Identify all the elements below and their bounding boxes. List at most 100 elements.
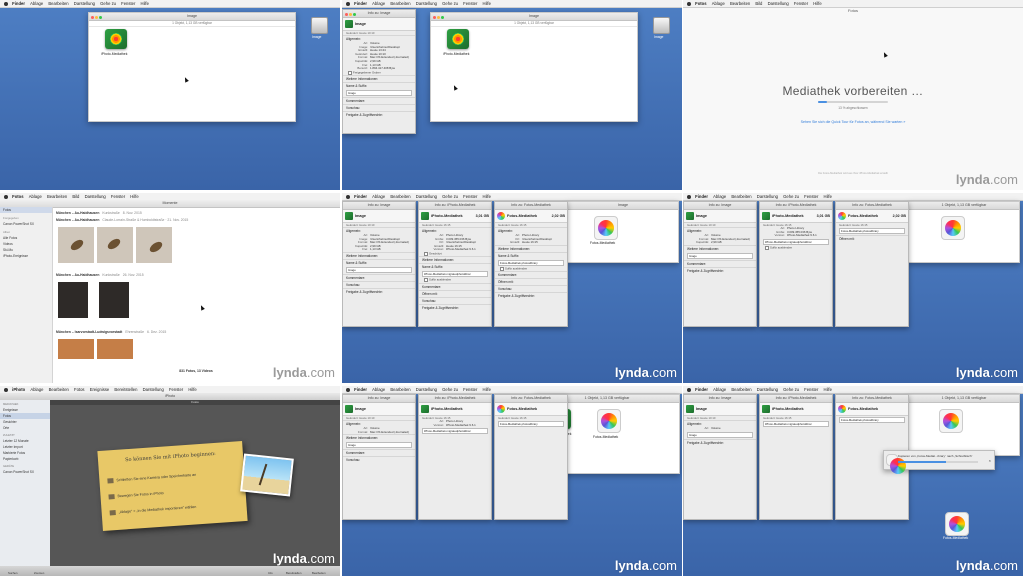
- menu-item[interactable]: Bearbeiten: [730, 1, 750, 6]
- comments-section[interactable]: Kommentare:: [343, 273, 415, 281]
- hide-extension-checkbox[interactable]: Suffix ausblenden: [760, 246, 832, 250]
- name-field[interactable]: Image: [346, 442, 412, 449]
- menu-item[interactable]: Gehe zu: [442, 387, 458, 392]
- sidebar-item-camera[interactable]: Canon PowerShot SX: [0, 469, 50, 475]
- window-titlebar[interactable]: Image: [89, 13, 295, 21]
- menu-item[interactable]: Ablage: [372, 194, 385, 199]
- menu-item[interactable]: Hilfe: [141, 1, 149, 6]
- menu-item[interactable]: Darstellung: [143, 387, 164, 392]
- apple-icon[interactable]: [346, 387, 350, 392]
- menu-item[interactable]: Ablage: [712, 1, 725, 6]
- menu-item-app[interactable]: Finder: [354, 194, 367, 199]
- menu-item[interactable]: Bearbeiten: [390, 387, 410, 392]
- menu-item[interactable]: Fenster: [463, 194, 477, 199]
- finder-window[interactable]: Image 1 Objekt, 1,13 GB verfügbar iPhoto…: [430, 12, 638, 122]
- menu-item[interactable]: Fenster: [804, 194, 818, 199]
- menu-item[interactable]: Bearbeiten: [48, 1, 68, 6]
- preview-section[interactable]: Vorschau:: [495, 285, 567, 292]
- disk-image-icon[interactable]: [311, 17, 328, 34]
- photo-thumbnail[interactable]: [136, 227, 172, 263]
- preview-section[interactable]: Vorschau:: [419, 296, 491, 304]
- open-with-section[interactable]: Öffnen mit:: [419, 289, 491, 297]
- name-field[interactable]: iPhoto-Mediathek.migratedphotolibrar: [422, 271, 488, 278]
- menu-item[interactable]: Gehe zu: [100, 1, 116, 6]
- more-info-section[interactable]: Weitere Informationen:: [343, 75, 415, 82]
- info-panel-image[interactable]: Info zu: Image Image Geändert: Heute 10:…: [342, 394, 416, 520]
- menu-item[interactable]: Ablage: [29, 194, 42, 199]
- info-titlebar[interactable]: Info zu: Fotos-Mediathek: [495, 202, 567, 210]
- menu-item[interactable]: Fenster: [463, 387, 477, 392]
- info-titlebar[interactable]: Info zu: Fotos-Mediathek: [836, 202, 908, 210]
- zoom-icon[interactable]: [441, 16, 444, 19]
- name-ext-section[interactable]: Name & Suffix:: [495, 251, 567, 259]
- menu-item-app[interactable]: Finder: [354, 387, 367, 392]
- info-panel-mediathek[interactable]: Info zu: iPhoto-Mediathek iPhoto-Mediath…: [418, 394, 492, 520]
- menu-item[interactable]: Bearbeiten: [49, 387, 69, 392]
- zoom-icon[interactable]: [353, 13, 356, 16]
- apple-icon[interactable]: [687, 1, 691, 6]
- edit-button[interactable]: Bearbeiten: [312, 571, 326, 575]
- info-button[interactable]: Info: [268, 571, 273, 575]
- info-panel-mediathek[interactable]: Info zu: iPhoto-Mediathek iPhoto-Mediath…: [759, 201, 833, 327]
- info-titlebar[interactable]: Info zu: iPhoto-Mediathek: [760, 202, 832, 210]
- more-info-section[interactable]: Weitere Informationen:: [343, 434, 415, 441]
- apple-icon[interactable]: [346, 1, 350, 6]
- menu-item[interactable]: Hilfe: [824, 194, 832, 199]
- info-panel-image[interactable]: Info zu: Image Image Geändert: Heute 10:…: [683, 201, 757, 327]
- more-info-section[interactable]: Weitere Informationen:: [684, 244, 756, 252]
- desktop-photos-library-label[interactable]: Fotos-Mediathek: [943, 536, 968, 540]
- fotos-window[interactable]: Fotos Ablage Bearbeiten Bild Darstellung…: [683, 0, 1023, 190]
- preview-section[interactable]: Vorschau:: [343, 280, 415, 288]
- name-field[interactable]: Image: [687, 252, 753, 259]
- photos-library-label[interactable]: Fotos-Mediathek: [590, 241, 615, 245]
- apple-icon[interactable]: [4, 387, 8, 392]
- info-titlebar[interactable]: Info zu: Image: [684, 395, 756, 403]
- photos-library-icon[interactable]: [594, 216, 618, 240]
- preview-section[interactable]: Vorschau:: [343, 456, 415, 463]
- menu-item-app[interactable]: Finder: [354, 1, 367, 6]
- preview-section[interactable]: Vorschau:: [343, 104, 415, 111]
- menu-item-app[interactable]: Finder: [695, 387, 708, 392]
- more-info-section[interactable]: Weitere Informationen:: [419, 256, 491, 263]
- name-field[interactable]: iPhoto-Mediathek.migratedphotolibrar: [763, 238, 829, 245]
- comments-section[interactable]: Kommentare:: [684, 259, 756, 267]
- photo-thumbnail[interactable]: [97, 227, 133, 263]
- menu-item[interactable]: Fenster: [111, 194, 125, 199]
- info-panel-mediathek[interactable]: Info zu: iPhoto-Mediathek iPhoto-Mediath…: [759, 394, 833, 520]
- info-titlebar[interactable]: Info zu: Image: [343, 202, 415, 210]
- name-field[interactable]: Image: [687, 431, 753, 438]
- share-button[interactable]: Bereitstellen: [286, 571, 301, 575]
- menu-item[interactable]: Bearbeiten: [731, 387, 751, 392]
- disk-image-label[interactable]: Image: [654, 35, 663, 39]
- disk-image-icon[interactable]: [653, 17, 670, 34]
- info-panel-image[interactable]: Info zu: Image Image Geändert: Heute 10:…: [683, 394, 757, 520]
- search-button[interactable]: Suchen: [8, 571, 18, 575]
- menu-item[interactable]: Bild: [755, 1, 762, 6]
- menu-item[interactable]: Hilfe: [813, 1, 821, 6]
- photo-thumbnail[interactable]: [97, 339, 133, 359]
- comments-section[interactable]: Kommentare:: [495, 271, 567, 278]
- menu-item[interactable]: Hilfe: [188, 387, 196, 392]
- comments-section[interactable]: Kommentare:: [343, 449, 415, 456]
- close-icon[interactable]: [433, 16, 436, 19]
- apple-icon[interactable]: [346, 194, 350, 199]
- info-titlebar[interactable]: Info zu: Fotos-Mediathek: [495, 395, 567, 403]
- apple-icon[interactable]: [4, 1, 8, 6]
- sharing-section[interactable]: Freigabe & Zugriffsrechte:: [419, 303, 491, 311]
- name-field[interactable]: iPhoto-Mediathek.migratedphotolibrar: [763, 421, 829, 427]
- window-controls[interactable]: [345, 12, 357, 19]
- info-titlebar[interactable]: Info zu: Image: [684, 202, 756, 210]
- menu-item[interactable]: Darstellung: [757, 194, 778, 199]
- photos-library-icon[interactable]: [941, 216, 965, 240]
- zoom-slider-label[interactable]: Zoomen: [34, 571, 44, 575]
- menu-item[interactable]: Hilfe: [483, 194, 491, 199]
- menu-item[interactable]: Bearbeiten: [390, 194, 410, 199]
- menu-item[interactable]: Bearbeiten: [731, 194, 751, 199]
- info-panel-fotos[interactable]: Info zu: Fotos-Mediathek Fotos-Mediathek…: [835, 201, 909, 327]
- name-field[interactable]: Fotos-Mediathek.photoslibrary: [839, 417, 905, 423]
- window-titlebar[interactable]: 1 Objekt, 1,13 GB verfügbar: [909, 202, 1019, 210]
- name-field[interactable]: Image: [346, 266, 412, 273]
- menu-item[interactable]: Fenster: [169, 387, 183, 392]
- photo-thumbnail[interactable]: [58, 227, 94, 263]
- menu-item[interactable]: Darstellung: [416, 194, 437, 199]
